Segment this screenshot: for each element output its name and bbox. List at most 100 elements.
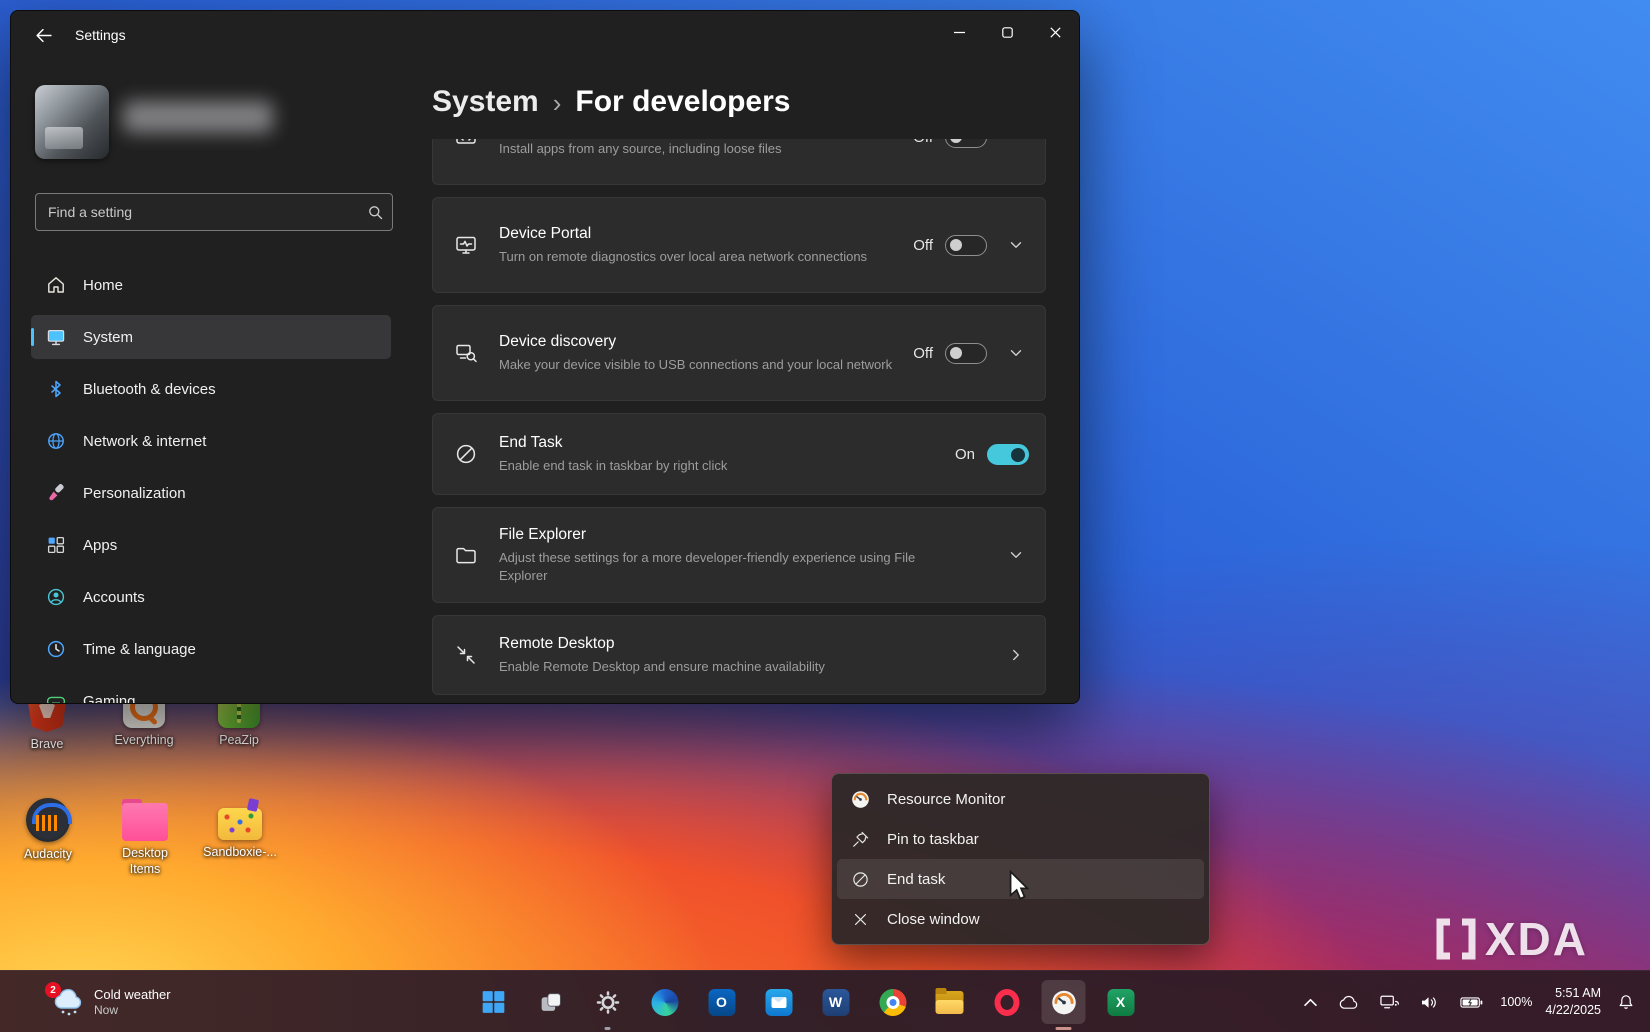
sidebar-item-apps[interactable]: Apps [31,523,391,567]
active-app-indicator [1056,1027,1072,1030]
pink-folder-icon [122,803,168,841]
chevron-down-icon[interactable] [1003,344,1029,362]
settings-scroll-area[interactable]: Install apps from any source, including … [432,139,1046,703]
mouse-cursor [1008,870,1030,902]
sidebar-item-system[interactable]: System [31,315,391,359]
toggle-state-label: Off [913,345,933,362]
onedrive-cloud-icon[interactable] [1334,991,1363,1014]
setting-card-remote-desktop[interactable]: Remote Desktop Enable Remote Desktop and… [432,615,1046,695]
volume-icon[interactable] [1416,991,1443,1014]
taskbar-app-settings[interactable] [586,980,630,1024]
gaming-icon [45,690,67,704]
sidebar-item-home[interactable]: Home [31,263,391,307]
sidebar-item-label: System [83,329,133,346]
menu-item-label: Pin to taskbar [887,831,979,848]
sidebar-item-gaming[interactable]: Gaming [31,679,391,704]
resource-monitor-icon [1050,989,1077,1016]
arrow-left-icon [35,27,52,44]
taskbar-app-excel[interactable]: X [1099,980,1143,1024]
setting-description: Install apps from any source, including … [499,140,897,158]
device-discovery-toggle[interactable] [945,343,987,364]
sidebar-item-accounts[interactable]: Accounts [31,575,391,619]
chevron-down-icon[interactable] [1003,236,1029,254]
opera-icon [994,989,1019,1016]
taskbar-app-file-explorer[interactable] [928,980,972,1024]
battery-icon[interactable] [1456,992,1487,1013]
setting-title: Device discovery [499,333,897,352]
sidebar-item-label: Network & internet [83,433,206,450]
open-app-indicator [605,1027,611,1030]
clock[interactable]: 5:51 AM 4/22/2025 [1545,985,1601,1019]
minimize-icon [954,27,965,38]
device-portal-toggle[interactable] [945,235,987,256]
window-title: Settings [75,27,126,43]
page-title: For developers [575,85,790,119]
sandboxie-icon [218,808,262,840]
taskbar-app-resource-monitor[interactable] [1042,980,1086,1024]
resource-monitor-icon [849,790,871,809]
close-button[interactable] [1031,11,1079,53]
settings-window: Settings [10,10,1080,704]
desktop-icon-label: Sandboxie-... [203,845,277,861]
breadcrumb-parent[interactable]: System [432,85,539,119]
sidebar-nav: Home System Bluetooth & devices [11,263,411,704]
weather-widget[interactable]: 2 Cold weather Now [44,971,179,1032]
taskbar-app-opera[interactable] [985,980,1029,1024]
hidden-icons-chevron[interactable] [1300,994,1321,1011]
setting-card-developer-mode[interactable]: Install apps from any source, including … [432,139,1046,185]
bluetooth-icon [45,378,67,400]
sidebar-item-label: Home [83,277,123,294]
setting-card-end-task[interactable]: End Task Enable end task in taskbar by r… [432,413,1046,495]
menu-item-resource-monitor[interactable]: Resource Monitor [837,779,1204,819]
time-language-icon [45,638,67,660]
xda-text: XDA [1485,912,1588,966]
setting-title: End Task [499,434,939,453]
taskbar-app-chrome[interactable] [871,980,915,1024]
sidebar-item-bluetooth[interactable]: Bluetooth & devices [31,367,391,411]
taskbar-app-start[interactable] [472,980,516,1024]
search-icon[interactable] [358,205,392,220]
end-task-toggle[interactable] [987,444,1029,465]
device-portal-icon [433,233,499,257]
outlook-new-icon [765,989,792,1016]
taskbar-app-edge[interactable] [643,980,687,1024]
developer-mode-toggle[interactable] [945,139,987,148]
desktop-icon-audacity[interactable]: Audacity [0,798,96,863]
apps-icon [45,534,67,556]
minimize-button[interactable] [935,11,983,53]
user-avatar[interactable] [35,85,109,159]
sidebar-item-network[interactable]: Network & internet [31,419,391,463]
search-box [35,193,393,231]
menu-item-pin-to-taskbar[interactable]: Pin to taskbar [837,819,1204,859]
network-icon [45,430,67,452]
breadcrumb: System › For developers [432,85,790,119]
setting-description: Enable end task in taskbar by right clic… [499,457,929,475]
chevron-down-icon[interactable] [1003,546,1029,564]
back-button[interactable] [25,18,61,52]
taskbar-app-outlook-new[interactable] [757,980,801,1024]
network-tray-icon[interactable] [1376,990,1403,1014]
taskbar-app-word[interactable]: W [814,980,858,1024]
taskbar-app-task-view[interactable] [529,980,573,1024]
start-icon [481,989,507,1015]
sidebar-item-time-language[interactable]: Time & language [31,627,391,671]
sidebar-item-label: Apps [83,537,117,554]
sidebar-item-personalization[interactable]: Personalization [31,471,391,515]
setting-card-device-discovery[interactable]: Device discovery Make your device visibl… [432,305,1046,401]
notification-bell-icon[interactable] [1614,990,1638,1014]
menu-item-close-window[interactable]: Close window [837,899,1204,939]
battery-percent: 100% [1500,995,1532,1009]
maximize-button[interactable] [983,11,1031,53]
audacity-icon [26,798,70,842]
setting-card-file-explorer[interactable]: File Explorer Adjust these settings for … [432,507,1046,603]
weather-badge: 2 [45,982,61,998]
desktop-icon-desktop-items[interactable]: Desktop Items [97,798,193,877]
setting-card-device-portal[interactable]: Device Portal Turn on remote diagnostics… [432,197,1046,293]
chevron-right-icon[interactable] [1003,646,1029,664]
snow-cloud-icon: 2 [52,987,84,1017]
close-icon [849,911,871,928]
toggle-state-label: Off [913,237,933,254]
desktop-icon-sandboxie[interactable]: Sandboxie-... [192,798,288,861]
taskbar-app-outlook[interactable]: O [700,980,744,1024]
search-input[interactable] [36,204,358,220]
